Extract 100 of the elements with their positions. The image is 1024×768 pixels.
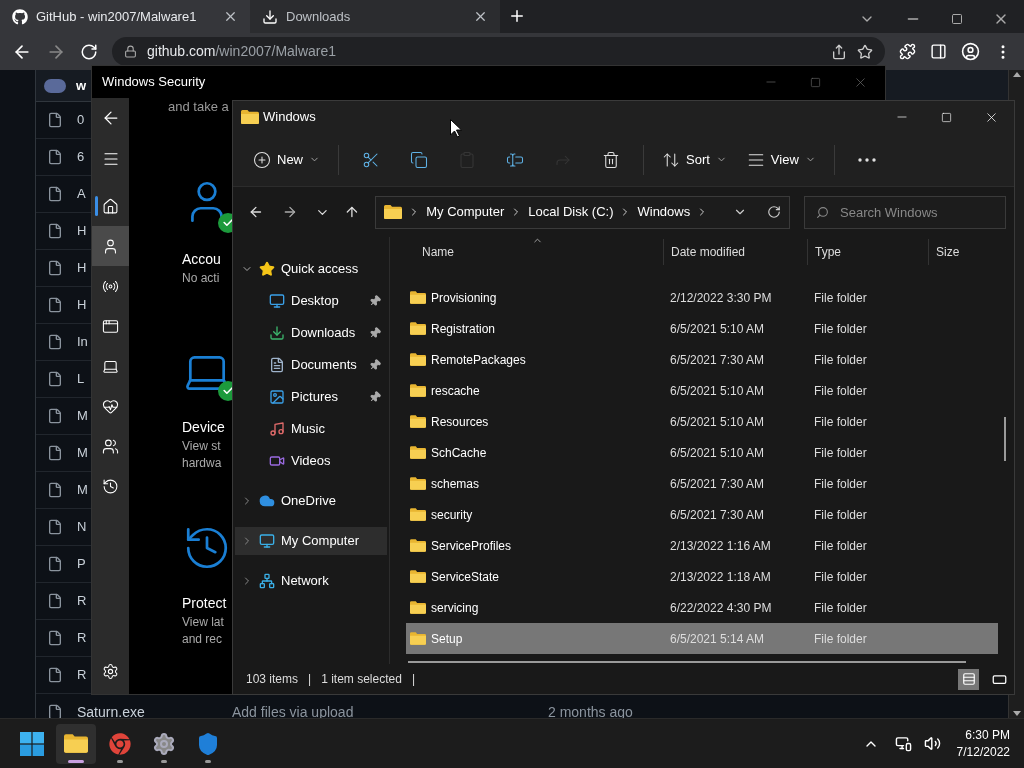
file-row[interactable]: RemotePackages 6/5/2021 7:30 AM File folder — [406, 344, 998, 375]
file-icon — [47, 223, 63, 239]
side-panel-icon[interactable] — [930, 43, 947, 60]
file-icon — [47, 408, 63, 424]
close-tab-icon[interactable] — [473, 9, 488, 24]
tree-item[interactable]: Videos — [235, 447, 387, 475]
share-icon[interactable] — [831, 43, 847, 60]
nav-item[interactable] — [92, 226, 129, 266]
sort-button[interactable]: Sort — [652, 142, 737, 177]
address-bar[interactable]: My Computer Local Disk (C:) Windows — [375, 195, 790, 229]
lock-icon — [124, 45, 137, 58]
file-row[interactable]: servicing 6/22/2022 4:30 PM File folder — [406, 592, 998, 623]
file-row[interactable]: ServiceProfiles 2/13/2022 1:16 AM File folder — [406, 530, 998, 561]
tree-item[interactable]: Pictures — [235, 383, 387, 411]
tree-item[interactable]: OneDrive — [235, 487, 387, 515]
shield-icon — [196, 731, 220, 756]
file-icon — [47, 260, 63, 276]
folder-icon — [410, 322, 426, 335]
column-header[interactable]: Date modified — [663, 239, 807, 265]
tree-item[interactable]: Network — [235, 567, 387, 595]
file-row[interactable]: ServiceState 2/13/2022 1:18 AM File folder — [406, 561, 998, 592]
breadcrumb-item[interactable]: My Computer — [426, 202, 505, 222]
profile-icon[interactable] — [961, 42, 980, 61]
file-row[interactable]: rescache 6/5/2021 5:10 AM File folder — [406, 375, 998, 406]
breadcrumb-item[interactable]: Windows — [637, 202, 691, 222]
details-view-button[interactable] — [958, 668, 979, 690]
file-name: Setup — [431, 630, 463, 648]
card-title: Device — [182, 417, 225, 437]
tree-item[interactable]: Music — [235, 415, 387, 443]
tree-item[interactable]: My Computer — [235, 527, 387, 555]
file-name[interactable]: L — [77, 369, 85, 389]
network-icon[interactable] — [894, 735, 912, 752]
url-text: github.com/win2007/Malware1 — [147, 42, 337, 61]
picture-icon — [269, 389, 285, 405]
browser-tab[interactable]: Downloads — [250, 0, 500, 33]
tree-item[interactable]: Documents — [235, 351, 387, 379]
column-header[interactable]: Type — [807, 239, 928, 265]
clock[interactable]: 6:30 PM 7/12/2022 — [956, 726, 1010, 761]
bookmark-star-icon[interactable] — [857, 43, 873, 60]
column-header[interactable]: Size — [928, 239, 998, 265]
column-header[interactable]: Name — [406, 239, 663, 265]
vertical-scrollbar[interactable] — [1004, 417, 1006, 461]
file-name: rescache — [431, 382, 480, 400]
settings-icon[interactable] — [102, 663, 119, 680]
file-name[interactable]: H — [77, 258, 87, 278]
person-icon — [102, 237, 119, 255]
file-name[interactable]: 6 — [77, 147, 85, 167]
file-name[interactable]: A — [77, 184, 86, 204]
file-name[interactable]: M — [77, 480, 88, 500]
file-row[interactable]: schemas 6/5/2021 7:30 AM File folder — [406, 468, 998, 499]
close-tab-icon[interactable] — [223, 9, 238, 24]
tree-item[interactable]: Quick access — [235, 255, 387, 283]
file-name: Registration — [431, 320, 496, 338]
taskbar-app[interactable] — [56, 723, 96, 764]
tree-item[interactable]: Desktop — [235, 287, 387, 315]
volume-icon[interactable] — [923, 735, 941, 752]
file-name[interactable]: N — [77, 517, 87, 537]
file-row[interactable]: SchCache 6/5/2021 5:10 AM File folder — [406, 437, 998, 468]
extensions-icon[interactable] — [899, 43, 916, 60]
new-tab-icon[interactable] — [508, 7, 526, 25]
breadcrumb-item[interactable]: Local Disk (C:) — [528, 202, 614, 222]
tree-item[interactable]: Downloads — [235, 319, 387, 347]
file-icon — [47, 186, 63, 202]
address-bar[interactable]: github.com/win2007/Malware1 — [112, 37, 885, 66]
file-icon — [47, 482, 63, 498]
file-name[interactable]: R — [77, 665, 87, 685]
search-field[interactable]: Search Windows — [804, 195, 1006, 229]
file-name[interactable]: P — [77, 554, 86, 574]
browser-icon — [109, 732, 131, 755]
reload-icon[interactable] — [80, 42, 98, 61]
file-name[interactable]: M — [77, 406, 88, 426]
scroll-up-arrow-icon[interactable] — [1012, 72, 1021, 77]
file-name[interactable]: In — [77, 332, 88, 352]
status-text: | — [411, 671, 415, 688]
file-type: File folder — [813, 537, 868, 555]
refresh-icon[interactable] — [767, 205, 781, 219]
file-name[interactable]: R — [77, 628, 87, 648]
restore-icon[interactable] — [951, 13, 963, 25]
file-name[interactable]: H — [77, 221, 87, 241]
browser-tab[interactable]: GitHub - win2007/Malware1 — [0, 0, 250, 33]
file-row[interactable]: security 6/5/2021 7:30 AM File folder — [406, 499, 998, 530]
start-icon[interactable] — [20, 731, 44, 756]
file-row[interactable]: Registration 6/5/2021 5:10 AM File folder — [406, 313, 998, 344]
file-name[interactable]: H — [77, 295, 87, 315]
new-button[interactable]: New — [243, 142, 330, 177]
file-type: File folder — [813, 320, 868, 338]
file-row[interactable]: Setup 6/5/2021 5:14 AM File folder — [406, 623, 998, 654]
menu-icon[interactable] — [101, 150, 120, 168]
file-name[interactable]: Saturn.exe — [77, 701, 232, 718]
file-row[interactable]: Provisioning 2/12/2022 3:30 PM File folder — [406, 282, 998, 313]
folder-icon — [410, 477, 426, 490]
horizontal-scrollbar[interactable] — [408, 661, 966, 663]
folder-icon — [241, 110, 259, 124]
file-name[interactable]: M — [77, 443, 88, 463]
view-button[interactable]: View — [736, 142, 826, 177]
file-name[interactable]: R — [77, 591, 87, 611]
back-icon[interactable] — [248, 204, 264, 220]
file-row[interactable]: Resources 6/5/2021 5:10 AM File folder — [406, 406, 998, 437]
file-name[interactable]: 0 — [77, 110, 85, 130]
file-type: File folder — [813, 630, 868, 648]
